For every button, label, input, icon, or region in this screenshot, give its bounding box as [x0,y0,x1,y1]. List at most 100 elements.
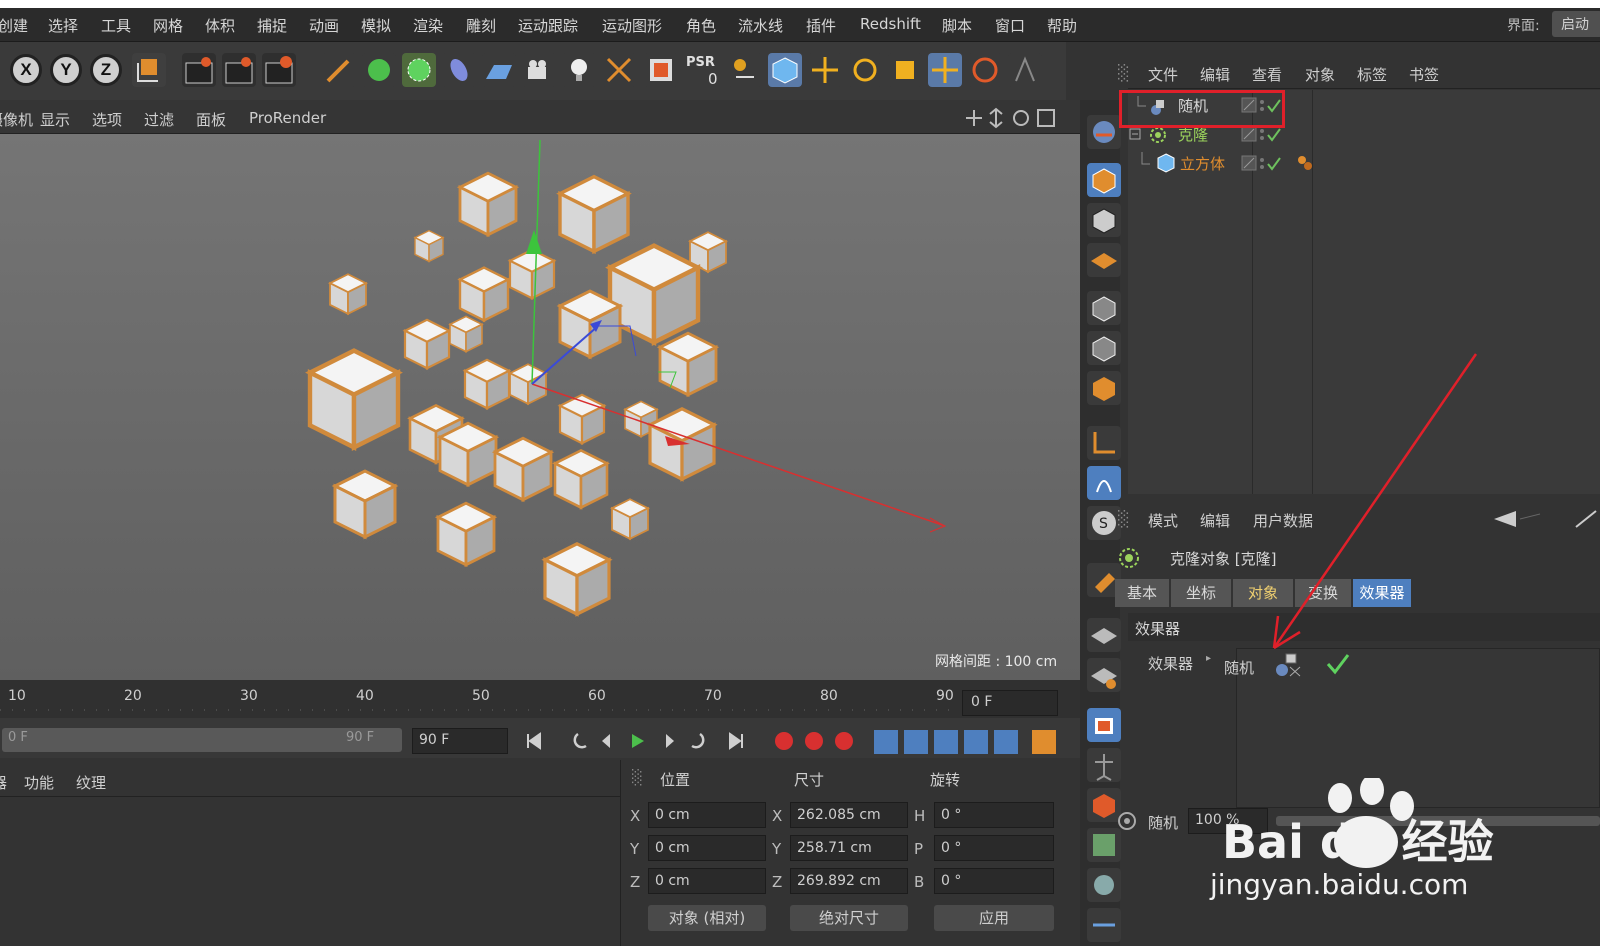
om-menu-file[interactable]: 文件 [1148,64,1178,85]
planar-workplane-icon[interactable] [1087,658,1121,692]
polygons-mode-icon[interactable] [1087,371,1121,405]
menu-pipeline[interactable]: 流水线 [738,15,783,36]
move-tool-icon[interactable] [808,53,842,87]
render-view-icon[interactable] [182,53,216,87]
edges-mode-icon[interactable] [1087,331,1121,365]
sky-icon[interactable] [602,53,636,87]
menu-select[interactable]: 选择 [48,15,78,36]
menu-tools[interactable]: 工具 [101,15,131,36]
tweak-mode-icon[interactable] [1087,466,1121,500]
make-editable-icon[interactable] [1087,163,1121,197]
effector-list-item-random[interactable]: 随机 [1224,657,1254,678]
coord-grip-icon[interactable]: ░ [632,770,643,786]
am-grip-icon[interactable]: ░ [1118,510,1130,528]
visibility-toggle-icon[interactable] [1240,125,1290,145]
size-x-input[interactable]: 262.085 cm [790,802,908,828]
menu-animate[interactable]: 动画 [309,15,339,36]
size-mode-select[interactable]: 绝对尺寸 [790,905,908,931]
menu-mograph[interactable]: 运动图形 [602,15,662,36]
3d-viewport[interactable]: 网格间距 : 100 cm [0,134,1080,680]
current-frame-field[interactable]: 0 F [962,690,1058,716]
end-frame-field[interactable]: 90 F [412,728,508,754]
tab-basic[interactable]: 基本 [1115,579,1169,607]
floor-icon[interactable] [482,53,516,87]
picture-icon[interactable] [644,53,678,87]
axis-mode-icon[interactable] [1087,426,1121,460]
scale-tool-icon[interactable] [888,53,922,87]
z-axis-lock-button[interactable]: Z [90,54,122,86]
deformer-icon[interactable] [442,53,476,87]
model-mode-icon[interactable] [768,53,802,87]
position-x-input[interactable]: 0 cm [648,802,766,828]
coordinate-system-icon[interactable] [132,53,166,87]
cube-primitive-icon[interactable] [362,53,396,87]
camera-icon[interactable] [522,53,556,87]
menu-mesh[interactable]: 网格 [153,15,183,36]
sculpt-icon[interactable] [1087,868,1121,902]
size-y-input[interactable]: 258.71 cm [790,835,908,861]
menu-redshift[interactable]: Redshift [860,15,921,33]
viewport-menu-panel[interactable]: 面板 [196,109,226,130]
menu-help[interactable]: 帮助 [1047,15,1077,36]
rotation-h-input[interactable]: 0 ° [934,802,1054,828]
position-y-input[interactable]: 0 cm [648,835,766,861]
menu-simulate[interactable]: 模拟 [361,15,391,36]
pen-spline-icon[interactable] [322,53,356,87]
am-menu-mode[interactable]: 模式 [1148,510,1178,531]
radio-button-icon[interactable] [1116,810,1138,832]
isolation-icon[interactable] [1087,708,1121,742]
solo-mode-icon[interactable]: S [1087,506,1121,540]
tab-coord[interactable]: 坐标 [1171,579,1231,607]
om-menu-tags[interactable]: 标签 [1357,64,1387,85]
om-grip-icon[interactable]: ░ [1118,64,1130,82]
navigation-arrows-icon[interactable] [1490,508,1600,530]
render-picture-viewer-icon[interactable] [222,53,256,87]
om-menu-view[interactable]: 查看 [1252,64,1282,85]
om-menu-edit[interactable]: 编辑 [1200,64,1230,85]
x-axis-lock-button[interactable]: X [10,54,42,86]
viewport-navigation-icon[interactable] [964,106,1060,130]
frame-range-slider[interactable] [2,728,402,752]
coord-mode-select[interactable]: 对象 (相对) [648,905,766,931]
viewport-menu-options[interactable]: 选项 [92,109,122,130]
menu-plugins[interactable]: 插件 [806,15,836,36]
texture-mode-icon[interactable] [1087,203,1121,237]
om-menu-bookmarks[interactable]: 书签 [1409,64,1439,85]
om-menu-objects[interactable]: 对象 [1305,64,1335,85]
character-icon[interactable] [1087,748,1121,782]
layout-switch-icon[interactable] [1087,115,1121,149]
position-z-input[interactable]: 0 cm [648,868,766,894]
points-mode-icon[interactable] [1087,291,1121,325]
uv-edit-icon[interactable] [1087,828,1121,862]
material-menu-function[interactable]: 功能 [24,772,54,793]
menu-window[interactable]: 窗口 [995,15,1025,36]
y-axis-lock-button[interactable]: Y [50,54,82,86]
layout-select[interactable]: 启动 [1552,11,1600,37]
transport-buttons[interactable] [520,728,1060,754]
viewport-menu-filter[interactable]: 过滤 [144,109,174,130]
menu-motion-tracker[interactable]: 运动跟踪 [518,15,578,36]
tweak-tool-icon[interactable] [1008,53,1042,87]
subdivision-surface-icon[interactable] [402,53,436,87]
menu-volume[interactable]: 体积 [205,15,235,36]
viewport-menu-camera[interactable]: 摄像机 [0,109,33,130]
expand-arrow-icon[interactable]: ▸ [1206,653,1211,664]
material-menu-edge[interactable]: 器 [0,772,7,793]
timeline-icon[interactable] [1087,908,1121,942]
material-menu-texture[interactable]: 纹理 [76,772,106,793]
menu-snap[interactable]: 捕捉 [257,15,287,36]
workplane-mode-icon[interactable] [1087,243,1121,277]
live-selection-icon[interactable] [928,53,962,87]
rotation-p-input[interactable]: 0 ° [934,835,1054,861]
menu-script[interactable]: 脚本 [942,15,972,36]
am-menu-edit[interactable]: 编辑 [1200,510,1230,531]
menu-render[interactable]: 渲染 [413,15,443,36]
light-icon[interactable] [562,53,596,87]
rotate-tool-icon[interactable] [848,53,882,87]
workplane-icon[interactable] [728,53,762,87]
object-row-cube[interactable]: 立方体 [1128,150,1600,178]
lock-workplane-icon[interactable] [1087,618,1121,652]
menu-create[interactable]: 创建 [0,15,28,36]
rotation-b-input[interactable]: 0 ° [934,868,1054,894]
viewport-menu-prorender[interactable]: ProRender [249,109,326,127]
